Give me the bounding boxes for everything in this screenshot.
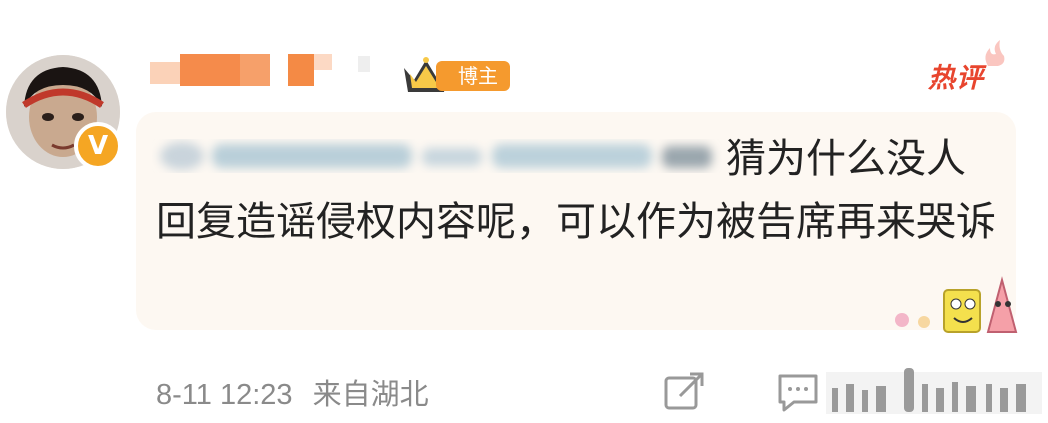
hot-flame-icon [985,40,1005,66]
comment-meta: 8-11 12:23 来自湖北 [156,371,441,413]
spongebob-sticker-icon [895,276,1018,333]
like-icon[interactable] [826,366,1042,416]
verified-v-icon: V [74,122,122,170]
comment-text: 猜为什么没人回复造谣侵权内容呢，可以作为被告席再来哭诉 [156,136,996,245]
share-icon[interactable] [662,370,706,414]
timestamp: 8-11 12:23 [156,379,293,411]
reply-icon[interactable] [776,370,820,414]
badge-label: 博主 [436,61,510,91]
location: 来自湖北 [312,379,429,411]
hot-comment-tag: 热评 [928,63,984,94]
username-obscured[interactable] [148,48,388,96]
blogger-badge: 博主 [400,54,512,96]
